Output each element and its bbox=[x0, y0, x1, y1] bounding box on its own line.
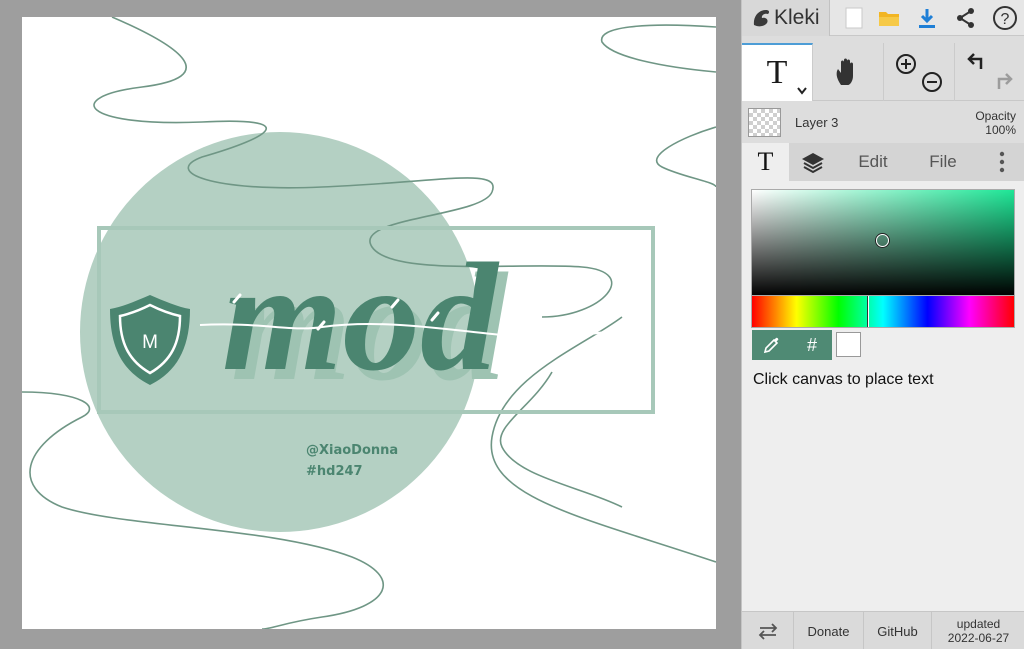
share-button[interactable] bbox=[948, 0, 984, 36]
saturation-value-picker[interactable] bbox=[751, 189, 1015, 297]
layer-row[interactable]: Layer 3 Opacity 100% bbox=[742, 102, 1024, 142]
help-icon: ? bbox=[993, 6, 1017, 30]
help-button[interactable]: ? bbox=[987, 0, 1023, 36]
canvas-workspace[interactable]: M mod mod @XiaoDonna #hd247 bbox=[0, 0, 741, 649]
tab-file[interactable]: File bbox=[917, 143, 969, 181]
panel-footer: Donate GitHub updated 2022-06-27 bbox=[742, 611, 1024, 649]
hue-slider-handle[interactable] bbox=[867, 296, 869, 327]
canvas-artwork: M mod mod @XiaoDonna #hd247 bbox=[22, 17, 716, 629]
zoom-controls bbox=[884, 43, 955, 101]
text-tool-button[interactable]: T bbox=[742, 43, 813, 101]
text-tool-icon: T bbox=[766, 54, 788, 91]
hue-slider[interactable] bbox=[751, 295, 1015, 328]
credit-line-1: @XiaoDonna bbox=[306, 443, 398, 458]
color-tools: # bbox=[752, 330, 832, 360]
donate-link[interactable]: Donate bbox=[794, 612, 864, 649]
app-name: Kleki bbox=[774, 6, 820, 29]
layer-opacity[interactable]: Opacity 100% bbox=[975, 109, 1016, 137]
tab-edit[interactable]: Edit bbox=[847, 143, 899, 181]
panel-tabs: T Edit File bbox=[742, 143, 1024, 181]
tab-layers[interactable] bbox=[789, 143, 836, 181]
eyedropper-icon bbox=[763, 337, 779, 354]
side-panel: Kleki ? T Layer 3 Opacity 100% T Edit Fi… bbox=[741, 0, 1024, 649]
open-file-button[interactable] bbox=[871, 0, 907, 36]
updated-label: updated bbox=[956, 617, 1001, 631]
eyedropper-button[interactable] bbox=[752, 330, 792, 360]
updated-info[interactable]: updated 2022-06-27 bbox=[932, 612, 1024, 649]
color-picker-handle[interactable] bbox=[876, 234, 889, 247]
updated-date: 2022-06-27 bbox=[947, 631, 1010, 645]
kleki-logo[interactable]: Kleki bbox=[742, 0, 830, 36]
tool-row: T bbox=[742, 43, 1024, 101]
tab-tool-settings[interactable]: T bbox=[742, 143, 789, 181]
secondary-color-swatch[interactable] bbox=[836, 332, 861, 357]
github-link[interactable]: GitHub bbox=[864, 612, 932, 649]
zoom-in-icon[interactable] bbox=[894, 52, 918, 76]
undo-icon[interactable] bbox=[963, 51, 987, 75]
history-controls bbox=[955, 43, 1024, 101]
download-icon bbox=[919, 9, 935, 28]
badge-letter: M bbox=[142, 332, 158, 353]
hand-tool-button[interactable] bbox=[813, 43, 884, 101]
new-image-icon bbox=[845, 7, 863, 29]
share-icon bbox=[957, 8, 974, 28]
tool-settings-panel: # Click canvas to place text bbox=[742, 181, 1024, 611]
opacity-label: Opacity bbox=[975, 109, 1016, 123]
layer-name: Layer 3 bbox=[795, 115, 839, 130]
layer-thumbnail[interactable] bbox=[748, 108, 781, 137]
opacity-value: 100% bbox=[985, 123, 1016, 137]
kleki-logo-icon bbox=[753, 10, 770, 27]
swap-side-button[interactable] bbox=[742, 612, 794, 649]
kebab-menu-icon bbox=[999, 151, 1005, 173]
more-menu-button[interactable] bbox=[987, 143, 1017, 181]
new-image-button[interactable] bbox=[836, 0, 872, 36]
download-button[interactable] bbox=[909, 0, 945, 36]
text-tool-hint: Click canvas to place text bbox=[753, 371, 934, 388]
redo-icon[interactable] bbox=[993, 69, 1017, 93]
layers-icon bbox=[801, 153, 824, 174]
title-text: mod bbox=[222, 231, 500, 403]
svg-text:?: ? bbox=[1001, 11, 1010, 28]
zoom-out-icon[interactable] bbox=[920, 70, 944, 94]
top-toolbar: Kleki ? bbox=[742, 0, 1024, 36]
hex-input-button[interactable]: # bbox=[792, 330, 832, 360]
open-folder-icon bbox=[879, 12, 899, 26]
hand-tool-icon bbox=[836, 58, 853, 85]
drawing-canvas[interactable]: M mod mod @XiaoDonna #hd247 bbox=[22, 17, 716, 629]
credit-line-2: #hd247 bbox=[306, 464, 363, 479]
swap-arrows-icon bbox=[758, 623, 777, 640]
text-tool-tab-icon: T bbox=[757, 147, 774, 176]
chevron-down-icon[interactable] bbox=[797, 87, 807, 95]
